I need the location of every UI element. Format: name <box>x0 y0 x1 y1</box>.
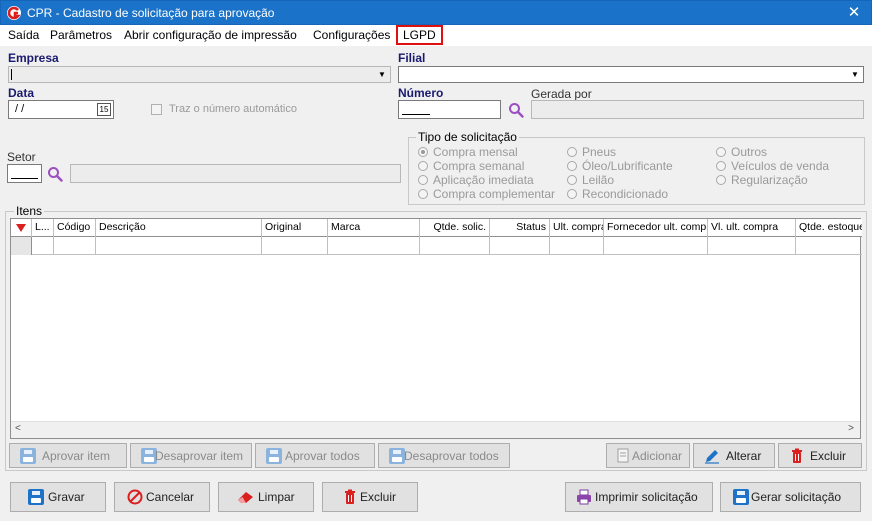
gerada-por-field <box>531 100 864 119</box>
gerar-solicitacao-button[interactable]: Gerar solicitação <box>720 482 861 512</box>
empresa-label: Empresa <box>8 51 59 65</box>
col-codigo[interactable]: Código <box>54 219 96 237</box>
chevron-down-icon[interactable]: ▼ <box>848 68 862 82</box>
col-original[interactable]: Original <box>262 219 328 237</box>
menu-saida[interactable]: Saída <box>8 28 39 42</box>
menu-lgpd[interactable]: LGPD <box>396 25 443 45</box>
radio-compra-mensal[interactable]: Compra mensal <box>418 145 518 159</box>
window-title: CPR - Cadastro de solicitação para aprov… <box>27 6 275 20</box>
col-vl-ult-compra[interactable]: Vl. ult. compra <box>708 219 796 237</box>
radio-veiculos-de-venda[interactable]: Veículos de venda <box>716 159 829 173</box>
printer-icon <box>577 489 591 505</box>
col-l[interactable]: L... <box>32 219 54 237</box>
desaprovar-item-button[interactable]: Desaprovar item <box>130 443 252 468</box>
table-row[interactable] <box>11 237 862 255</box>
radio-compra-semanal[interactable]: Compra semanal <box>418 159 524 173</box>
radio-oleo-lubrificante[interactable]: Óleo/Lubrificante <box>567 159 673 173</box>
calendar-icon[interactable]: 15 <box>97 103 111 116</box>
itens-title: Itens <box>14 204 45 218</box>
grid-header: L... Código Descrição Original Marca Qtd… <box>11 219 862 237</box>
col-status[interactable]: Status <box>490 219 550 237</box>
data-value: / / <box>15 103 25 115</box>
excluir-button[interactable]: Excluir <box>322 482 418 512</box>
numero-field[interactable] <box>398 100 501 119</box>
radio-pneus[interactable]: Pneus <box>567 145 616 159</box>
col-marca[interactable]: Marca <box>328 219 420 237</box>
chevron-down-icon[interactable]: ▼ <box>375 68 389 82</box>
save-icon <box>389 447 405 464</box>
col-ult-compra[interactable]: Ult. compra <box>550 219 604 237</box>
grid-sort-indicator[interactable] <box>11 219 32 237</box>
save-icon <box>266 447 282 464</box>
title-bar: CPR - Cadastro de solicitação para aprov… <box>0 0 872 25</box>
setor-description-field <box>70 164 401 183</box>
caret-down-icon <box>16 224 26 232</box>
gravar-button[interactable]: Gravar <box>10 482 106 512</box>
traz-checkbox[interactable] <box>151 104 162 115</box>
filial-label: Filial <box>398 51 426 65</box>
setor-label: Setor <box>7 150 36 164</box>
setor-code-field[interactable] <box>7 164 42 183</box>
radio-compra-complementar[interactable]: Compra complementar <box>418 187 555 201</box>
menu-abrir-config-impressao[interactable]: Abrir configuração de impressão <box>124 28 297 42</box>
add-document-icon <box>617 448 629 462</box>
radio-recondicionado[interactable]: Recondicionado <box>567 187 668 201</box>
horizontal-scrollbar[interactable]: < > <box>11 421 860 438</box>
radio-aplicacao-imediata[interactable]: Aplicação imediata <box>418 173 534 187</box>
alterar-button[interactable]: Alterar <box>693 443 775 468</box>
row-indicator[interactable] <box>11 237 32 255</box>
data-field[interactable]: / / 15 <box>8 100 114 119</box>
numero-label: Número <box>398 86 444 100</box>
limpar-button[interactable]: Limpar <box>218 482 314 512</box>
excluir-item-button[interactable]: Excluir <box>778 443 862 468</box>
eraser-icon <box>238 492 253 503</box>
menu-bar: Saída Parâmetros Abrir configuração de i… <box>0 25 872 46</box>
trash-icon <box>792 448 802 463</box>
empresa-combo[interactable]: ▼ <box>8 66 391 83</box>
save-icon <box>733 489 749 505</box>
search-icon[interactable] <box>47 166 63 182</box>
col-fornecedor-ult-compra[interactable]: Fornecedor ult. compra <box>604 219 708 237</box>
search-icon[interactable] <box>508 102 524 118</box>
save-icon <box>20 447 36 464</box>
trash-icon <box>345 489 355 504</box>
radio-regularizacao[interactable]: Regularização <box>716 173 808 187</box>
pencil-icon <box>705 449 719 464</box>
col-qtde-estoque[interactable]: Qtde. estoque <box>796 219 862 237</box>
itens-grid[interactable]: L... Código Descrição Original Marca Qtd… <box>10 218 862 439</box>
filial-combo[interactable]: ▼ <box>398 66 864 83</box>
data-label: Data <box>8 86 35 100</box>
desaprovar-todos-button[interactable]: Desaprovar todos <box>378 443 510 468</box>
tipo-solicitacao-title: Tipo de solicitação <box>416 130 519 144</box>
save-icon <box>28 489 44 505</box>
col-qtde-solic[interactable]: Qtde. solic. <box>420 219 490 237</box>
traz-label: Traz o número automático <box>169 103 297 115</box>
aprovar-item-button[interactable]: Aprovar item <box>9 443 127 468</box>
radio-outros[interactable]: Outros <box>716 145 767 159</box>
gerada-label: Gerada por <box>531 87 592 101</box>
cancelar-button[interactable]: Cancelar <box>114 482 210 512</box>
aprovar-todos-button[interactable]: Aprovar todos <box>255 443 375 468</box>
scroll-right-icon[interactable]: > <box>848 423 854 434</box>
cancel-icon <box>127 489 143 505</box>
app-logo-icon <box>7 6 21 20</box>
adicionar-button[interactable]: Adicionar <box>606 443 690 468</box>
radio-leilao[interactable]: Leilão <box>567 173 614 187</box>
menu-parametros[interactable]: Parâmetros <box>50 28 112 42</box>
imprimir-solicitacao-button[interactable]: Imprimir solicitação <box>565 482 713 512</box>
menu-configuracoes[interactable]: Configurações <box>313 28 390 42</box>
scroll-left-icon[interactable]: < <box>15 423 21 434</box>
close-window-button[interactable]: ✕ <box>837 1 871 25</box>
col-descricao[interactable]: Descrição <box>96 219 262 237</box>
